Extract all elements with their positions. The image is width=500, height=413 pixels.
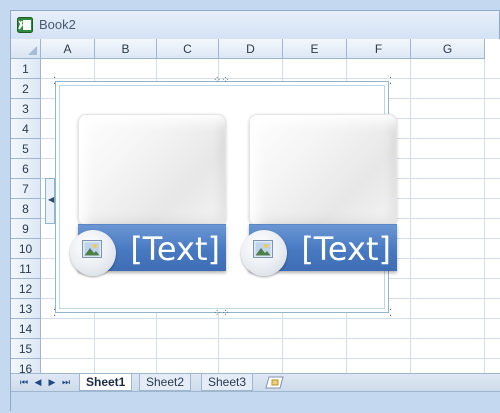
resize-handle-top[interactable]: ⁘⁘ <box>213 76 230 86</box>
workbook-window: Book2 ABCDEFG 1 2 3 4 5 6 7 8 9 10 11 12 13 14 15 16 ⁚ … <box>10 10 500 413</box>
row-header-11[interactable]: 11 <box>11 259 41 279</box>
card-picture-area[interactable] <box>78 114 226 226</box>
row-header-3[interactable]: 3 <box>11 99 41 119</box>
resize-handle-bottom-left[interactable]: ⁚ <box>53 309 56 319</box>
card-picture-area[interactable] <box>249 114 397 226</box>
gridline <box>41 338 500 339</box>
row-header-14[interactable]: 14 <box>11 319 41 339</box>
gridline <box>41 78 500 79</box>
card-text[interactable]: [Text] <box>301 233 391 265</box>
text-pane-toggle-button[interactable]: ◀ <box>45 178 55 224</box>
gridline <box>410 59 411 373</box>
picture-placeholder-button[interactable] <box>70 230 116 276</box>
smartart-graphic[interactable]: ⁚ ⁘⁘ ⁚ ⁞ ⁞ ⁚ ⁘⁘ ⁚ ◀ [Text] <box>45 76 397 319</box>
row-header-6[interactable]: 6 <box>11 159 41 179</box>
card-text[interactable]: [Text] <box>130 233 220 265</box>
column-header-g[interactable]: G <box>411 39 485 59</box>
last-sheet-icon[interactable]: ⏭ <box>59 375 73 390</box>
resize-handle-bottom[interactable]: ⁘⁘ <box>213 309 230 319</box>
resize-handle-top-right[interactable]: ⁚ <box>389 77 392 87</box>
tab-sheet3[interactable]: Sheet3 <box>201 374 254 391</box>
row-header-16[interactable]: 16 <box>11 359 41 373</box>
resize-handle-bottom-right[interactable]: ⁚ <box>389 309 392 319</box>
row-header-12[interactable]: 12 <box>11 279 41 299</box>
picture-placeholder-icon <box>253 240 273 258</box>
row-header-10[interactable]: 10 <box>11 239 41 259</box>
column-header-a[interactable]: A <box>41 39 95 59</box>
column-header-e[interactable]: E <box>283 39 347 59</box>
row-header-9[interactable]: 9 <box>11 219 41 239</box>
tab-sheet1[interactable]: Sheet1 <box>79 374 133 391</box>
status-bar <box>11 391 500 413</box>
resize-handle-top-left[interactable]: ⁚ <box>53 77 56 87</box>
row-header-7[interactable]: 7 <box>11 179 41 199</box>
column-header-d[interactable]: D <box>219 39 283 59</box>
next-sheet-icon[interactable]: ▶ <box>45 375 59 390</box>
spreadsheet-grid[interactable]: ABCDEFG 12345678910111213141516 ⁚ ⁘⁘ ⁚ ⁞… <box>11 39 500 373</box>
column-header-f[interactable]: F <box>347 39 411 59</box>
row-header-2[interactable]: 2 <box>11 79 41 99</box>
column-header-c[interactable]: C <box>157 39 219 59</box>
row-header-5[interactable]: 5 <box>11 139 41 159</box>
expand-arrow-icon: ◀ <box>48 195 55 204</box>
excel-icon <box>17 17 33 33</box>
picture-placeholder-button[interactable] <box>241 230 287 276</box>
gridline <box>484 59 485 373</box>
smartart-card[interactable]: [Text] <box>70 114 226 276</box>
window-title: Book2 <box>39 17 76 32</box>
column-header-b[interactable]: B <box>95 39 157 59</box>
gridline <box>41 358 500 359</box>
row-header-15[interactable]: 15 <box>11 339 41 359</box>
tab-sheet2[interactable]: Sheet2 <box>139 374 192 391</box>
gridline <box>41 318 500 319</box>
title-bar: Book2 <box>11 11 499 40</box>
row-header-4[interactable]: 4 <box>11 119 41 139</box>
row-header-13[interactable]: 13 <box>11 299 41 319</box>
picture-placeholder-icon <box>82 240 102 258</box>
row-header-1[interactable]: 1 <box>11 59 41 79</box>
row-header-8[interactable]: 8 <box>11 199 41 219</box>
first-sheet-icon[interactable]: ⏮ <box>17 375 31 390</box>
smartart-card[interactable]: [Text] <box>241 114 397 276</box>
insert-sheet-icon[interactable] <box>263 375 285 390</box>
sheet-tab-bar: ⏮ ◀ ▶ ⏭ Sheet1 Sheet2 Sheet3 <box>11 373 500 392</box>
select-all-button[interactable] <box>11 39 41 59</box>
prev-sheet-icon[interactable]: ◀ <box>31 375 45 390</box>
